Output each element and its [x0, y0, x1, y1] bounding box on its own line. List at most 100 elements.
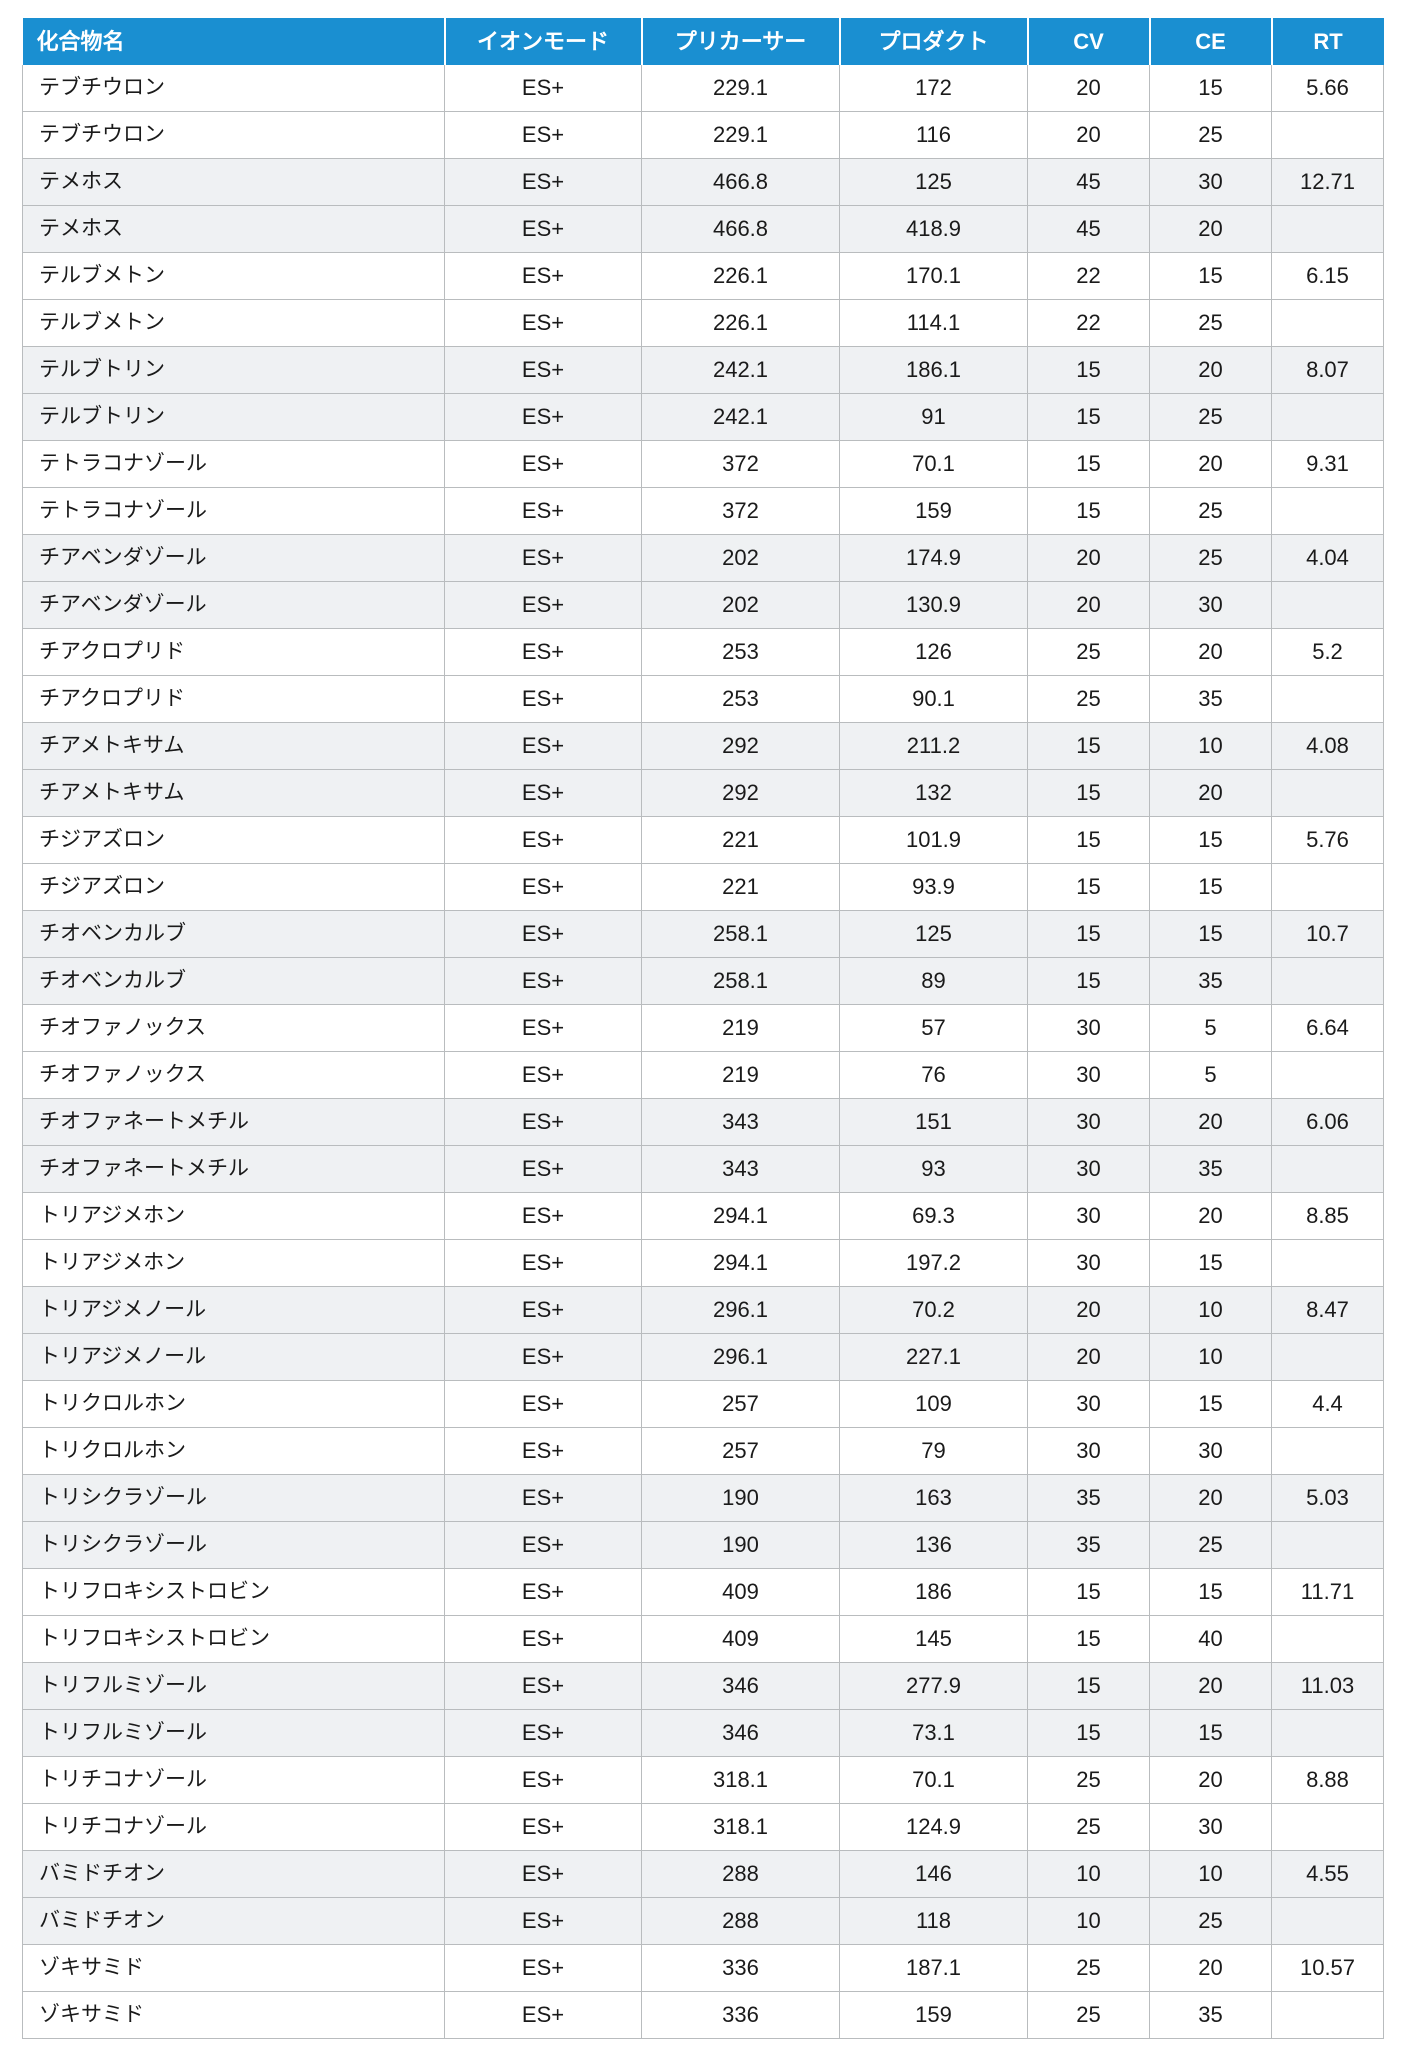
cell-precursor: 294.1	[641, 1192, 840, 1240]
table-row: テブチウロン ES+ 229.1 116 20 25	[22, 111, 1384, 159]
cell-ce: 20	[1149, 1662, 1272, 1710]
cell-rt: 5.66	[1271, 65, 1384, 112]
cell-product: 159	[839, 487, 1028, 535]
cell-rt: 4.04	[1271, 534, 1384, 582]
column-header-rt: RT	[1271, 18, 1384, 65]
cell-product: 172	[839, 65, 1028, 112]
cell-rt	[1271, 393, 1384, 441]
cell-rt	[1271, 487, 1384, 535]
column-header-precursor: プリカーサー	[641, 18, 841, 65]
cell-ion_mode: ES+	[444, 1380, 642, 1428]
cell-product: 70.1	[839, 440, 1028, 488]
column-header-cv: CV	[1027, 18, 1151, 65]
column-header-compound-name: 化合物名	[22, 18, 446, 65]
cell-name: テルブトリン	[22, 393, 445, 441]
table-row: トリアジメノール ES+ 296.1 70.2 20 10 8.47	[22, 1286, 1384, 1334]
table-row: トリチコナゾール ES+ 318.1 70.1 25 20 8.88	[22, 1756, 1384, 1804]
table-row: テルブトリン ES+ 242.1 186.1 15 20 8.07	[22, 346, 1384, 394]
cell-ion_mode: ES+	[444, 1474, 642, 1522]
cell-precursor: 258.1	[641, 910, 840, 958]
cell-name: トリシクラゾール	[22, 1521, 445, 1569]
cell-rt: 8.07	[1271, 346, 1384, 394]
cell-ce: 20	[1149, 1756, 1272, 1804]
cell-ce: 20	[1149, 1944, 1272, 1992]
cell-rt: 11.71	[1271, 1568, 1384, 1616]
cell-ion_mode: ES+	[444, 1850, 642, 1898]
cell-ce: 20	[1149, 346, 1272, 394]
cell-ce: 25	[1149, 1897, 1272, 1945]
cell-ion_mode: ES+	[444, 628, 642, 676]
cell-precursor: 296.1	[641, 1286, 840, 1334]
table-row: テメホス ES+ 466.8 125 45 30 12.71	[22, 158, 1384, 206]
cell-precursor: 257	[641, 1427, 840, 1475]
cell-name: チジアズロン	[22, 816, 445, 864]
cell-ion_mode: ES+	[444, 910, 642, 958]
cell-name: トリフロキシストロビン	[22, 1615, 445, 1663]
cell-precursor: 466.8	[641, 205, 840, 253]
column-header-product: プロダクト	[839, 18, 1029, 65]
cell-product: 151	[839, 1098, 1028, 1146]
cell-rt	[1271, 769, 1384, 817]
page-container: 化合物名 イオンモード プリカーサー プロダクト CV CE RT テブチウロン…	[0, 0, 1405, 2048]
cell-precursor: 346	[641, 1662, 840, 1710]
cell-ion_mode: ES+	[444, 440, 642, 488]
cell-product: 101.9	[839, 816, 1028, 864]
cell-ion_mode: ES+	[444, 1709, 642, 1757]
cell-name: ゾキサミド	[22, 1944, 445, 1992]
cell-name: トリアジメノール	[22, 1333, 445, 1381]
cell-ion_mode: ES+	[444, 1192, 642, 1240]
cell-ion_mode: ES+	[444, 863, 642, 911]
cell-rt: 8.47	[1271, 1286, 1384, 1334]
cell-product: 125	[839, 910, 1028, 958]
cell-rt: 5.03	[1271, 1474, 1384, 1522]
cell-precursor: 343	[641, 1098, 840, 1146]
cell-cv: 22	[1027, 252, 1150, 300]
cell-product: 69.3	[839, 1192, 1028, 1240]
table-row: チオファノックス ES+ 219 57 30 5 6.64	[22, 1004, 1384, 1052]
table-header: 化合物名 イオンモード プリカーサー プロダクト CV CE RT	[22, 18, 1384, 65]
cell-ion_mode: ES+	[444, 1756, 642, 1804]
cell-rt: 4.55	[1271, 1850, 1384, 1898]
table-row: チオファネートメチル ES+ 343 151 30 20 6.06	[22, 1098, 1384, 1146]
cell-ce: 10	[1149, 1333, 1272, 1381]
cell-name: トリチコナゾール	[22, 1803, 445, 1851]
cell-product: 57	[839, 1004, 1028, 1052]
cell-ion_mode: ES+	[444, 346, 642, 394]
cell-ce: 20	[1149, 205, 1272, 253]
table-row: トリクロルホン ES+ 257 79 30 30	[22, 1427, 1384, 1475]
cell-product: 91	[839, 393, 1028, 441]
cell-product: 124.9	[839, 1803, 1028, 1851]
cell-cv: 15	[1027, 393, 1150, 441]
cell-precursor: 226.1	[641, 252, 840, 300]
cell-rt	[1271, 1333, 1384, 1381]
cell-precursor: 229.1	[641, 111, 840, 159]
cell-precursor: 257	[641, 1380, 840, 1428]
cell-product: 73.1	[839, 1709, 1028, 1757]
cell-rt: 6.15	[1271, 252, 1384, 300]
cell-ce: 10	[1149, 1850, 1272, 1898]
cell-ce: 25	[1149, 1521, 1272, 1569]
cell-name: チアクロプリド	[22, 628, 445, 676]
cell-cv: 10	[1027, 1850, 1150, 1898]
mrm-transition-table: 化合物名 イオンモード プリカーサー プロダクト CV CE RT テブチウロン…	[22, 18, 1384, 2039]
table-row: トリフロキシストロビン ES+ 409 145 15 40	[22, 1615, 1384, 1663]
table-row: トリフルミゾール ES+ 346 277.9 15 20 11.03	[22, 1662, 1384, 1710]
cell-product: 136	[839, 1521, 1028, 1569]
cell-ion_mode: ES+	[444, 252, 642, 300]
cell-name: トリアジメホン	[22, 1192, 445, 1240]
cell-rt	[1271, 1051, 1384, 1099]
cell-ce: 20	[1149, 440, 1272, 488]
cell-cv: 45	[1027, 158, 1150, 206]
table-row: テルブトリン ES+ 242.1 91 15 25	[22, 393, 1384, 441]
cell-ion_mode: ES+	[444, 1286, 642, 1334]
cell-ion_mode: ES+	[444, 1991, 642, 2039]
cell-ion_mode: ES+	[444, 111, 642, 159]
cell-cv: 30	[1027, 1239, 1150, 1287]
cell-ion_mode: ES+	[444, 1803, 642, 1851]
cell-rt: 5.2	[1271, 628, 1384, 676]
cell-ion_mode: ES+	[444, 487, 642, 535]
table-row: チジアズロン ES+ 221 101.9 15 15 5.76	[22, 816, 1384, 864]
cell-product: 116	[839, 111, 1028, 159]
cell-ce: 25	[1149, 534, 1272, 582]
cell-cv: 15	[1027, 1568, 1150, 1616]
